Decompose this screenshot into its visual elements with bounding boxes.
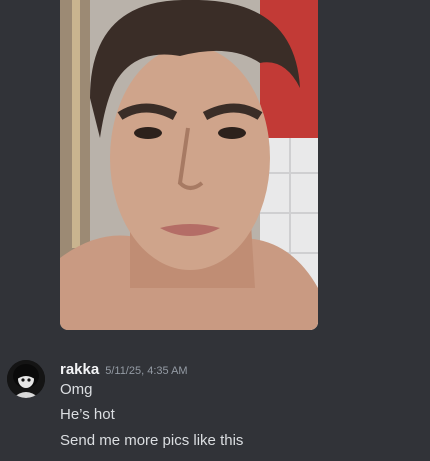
avatar-icon: [7, 360, 45, 398]
username[interactable]: rakka: [60, 361, 99, 378]
image-attachment[interactable]: [60, 0, 318, 330]
chat-view: rakka 5/11/25, 4:35 AM Omg He’s hot Send…: [0, 0, 430, 461]
avatar[interactable]: [7, 360, 45, 398]
message-timestamp[interactable]: 5/11/25, 4:35 AM: [105, 365, 187, 377]
message-text-line: Omg: [60, 381, 93, 398]
message-text-line: Send me more pics like this: [60, 432, 244, 449]
message-text-line: He’s hot: [60, 406, 115, 423]
message-header: rakka 5/11/25, 4:35 AM: [60, 361, 188, 378]
photo: [60, 0, 318, 330]
